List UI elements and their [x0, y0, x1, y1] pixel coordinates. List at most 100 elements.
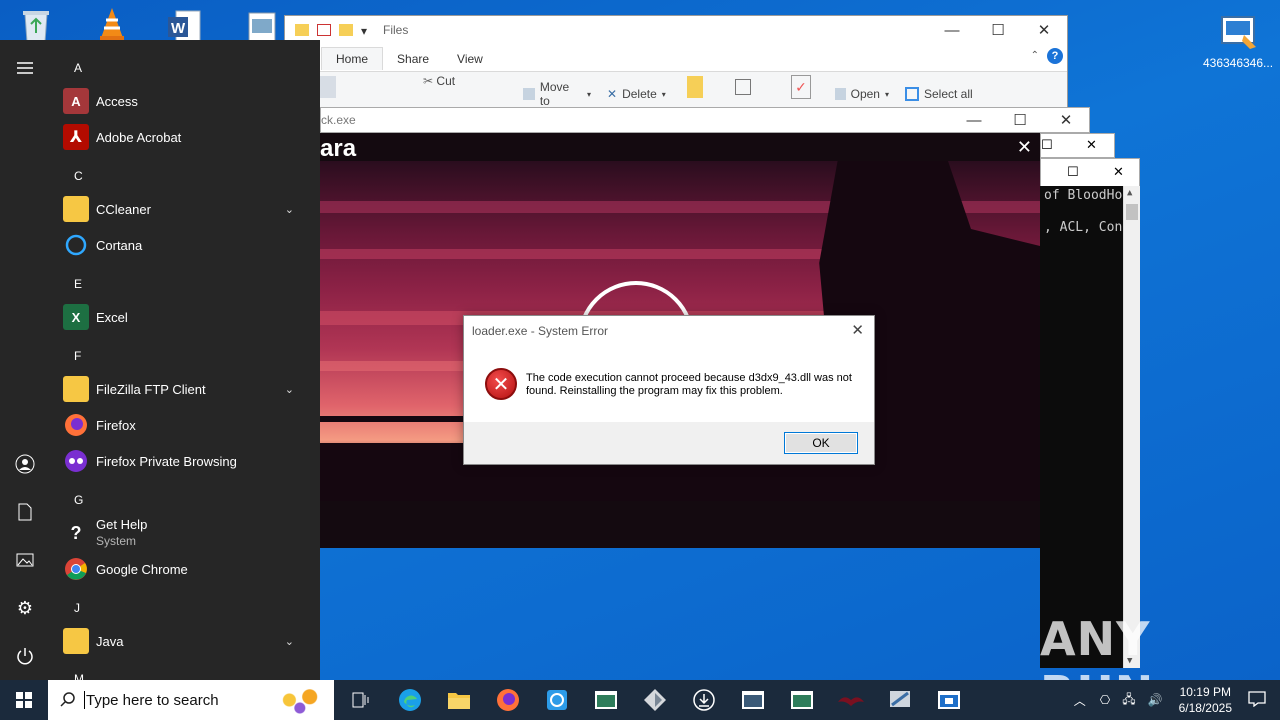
file-explorer-window[interactable]: ▾ Files — ☐ ✕ Home Share View ⌃ ? ✂ Cut …: [284, 15, 1068, 108]
close-button[interactable]: ✕: [1113, 164, 1124, 180]
chevron-down-icon[interactable]: ⌄: [285, 635, 294, 648]
hamburger-menu-icon[interactable]: [13, 56, 37, 80]
task-view-icon[interactable]: [336, 680, 385, 720]
open-button[interactable]: Open ▾: [827, 81, 897, 107]
explorer-title: Files: [383, 23, 409, 37]
app-gear-icon[interactable]: [532, 680, 581, 720]
letter-header-g[interactable]: G: [74, 493, 83, 507]
help-icon[interactable]: ?: [1047, 48, 1063, 64]
file-explorer-icon[interactable]: [434, 680, 483, 720]
app-firefox-private[interactable]: Firefox Private Browsing: [60, 443, 310, 479]
search-icon: [60, 691, 76, 710]
loader-window-titlebar[interactable]: ck.exe — ☐ ✕: [320, 107, 1090, 133]
open-icon: [835, 88, 846, 100]
cortana-icon: [63, 232, 89, 258]
properties-icon[interactable]: [317, 24, 331, 36]
maximize-button[interactable]: ☐: [975, 16, 1021, 44]
letter-header-f[interactable]: F: [74, 349, 81, 363]
diamond-app-icon[interactable]: [630, 680, 679, 720]
desktop-file-icon[interactable]: 436346346...: [1203, 12, 1273, 70]
download-app-icon[interactable]: [679, 680, 728, 720]
minimize-button[interactable]: —: [929, 16, 975, 44]
scroll-up-icon[interactable]: ▲: [1127, 188, 1132, 198]
app-firefox[interactable]: Firefox: [60, 407, 310, 443]
delete-button[interactable]: ✕ Delete ▾: [599, 81, 679, 107]
console-line: of BloodHo: [1044, 188, 1123, 203]
power-icon[interactable]: [13, 644, 37, 668]
app-access[interactable]: A Access: [60, 83, 310, 119]
start-menu: ⚙ A A Access ⅄ Adobe Acrobat C CCleaner …: [0, 40, 320, 680]
chevron-down-icon[interactable]: ▾: [361, 24, 369, 38]
tab-home[interactable]: Home: [321, 47, 384, 70]
tab-view[interactable]: View: [443, 48, 497, 70]
network-icon[interactable]: 🖧: [1122, 690, 1135, 711]
letter-header-e[interactable]: E: [74, 277, 82, 291]
chevron-up-icon[interactable]: ︿: [1074, 692, 1086, 709]
chevron-down-icon[interactable]: ⌄: [285, 383, 294, 396]
system-error-dialog[interactable]: loader.exe - System Error ✕ ✕ The code e…: [463, 315, 875, 465]
maximize-button[interactable]: ☐: [1041, 137, 1053, 153]
app-java[interactable]: Java ⌄: [60, 623, 310, 659]
letter-header-a[interactable]: A: [74, 61, 82, 75]
app-window-icon[interactable]: [581, 680, 630, 720]
ok-button[interactable]: OK: [784, 432, 858, 454]
console-app-icon[interactable]: [924, 680, 973, 720]
edge-icon[interactable]: [385, 680, 434, 720]
app-adobe-acrobat[interactable]: ⅄ Adobe Acrobat: [60, 119, 310, 155]
window-app-icon-2[interactable]: [777, 680, 826, 720]
user-account-icon[interactable]: [13, 452, 37, 476]
volume-icon[interactable]: 🔊: [1148, 693, 1163, 707]
close-button[interactable]: ✕: [1086, 137, 1097, 153]
app-ccleaner[interactable]: CCleaner ⌄: [60, 191, 310, 227]
maximize-button[interactable]: ☐: [997, 106, 1043, 134]
bat-app-icon[interactable]: [826, 680, 875, 720]
new-folder-ribbon-icon[interactable]: [687, 76, 703, 98]
console-window[interactable]: of BloodHo , ACL, Cont ▲ ▼: [1040, 186, 1140, 668]
vlc-icon[interactable]: [90, 4, 134, 44]
clock-date: 6/18/2025: [1178, 701, 1232, 715]
letter-header-c[interactable]: C: [74, 169, 83, 183]
firefox-taskbar-icon[interactable]: [483, 680, 532, 720]
new-folder-icon[interactable]: [339, 24, 353, 36]
folder-icon: [63, 196, 89, 222]
letter-header-m[interactable]: M: [74, 672, 84, 680]
console-scrollbar[interactable]: ▲ ▼: [1123, 186, 1140, 668]
game-close-button[interactable]: ✕: [1017, 137, 1032, 158]
cut-button[interactable]: ✂ Cut: [423, 74, 455, 88]
tool-app-icon[interactable]: [875, 680, 924, 720]
chevron-down-icon: ▾: [884, 89, 889, 99]
letter-header-j[interactable]: J: [74, 601, 80, 615]
firefox-icon: [63, 412, 89, 438]
close-button[interactable]: ✕: [1021, 16, 1067, 44]
chevron-down-icon[interactable]: ⌄: [285, 203, 294, 216]
close-button[interactable]: ✕: [1043, 106, 1089, 134]
console-window-titlebar[interactable]: ☐ ✕: [1040, 133, 1115, 158]
move-to-button[interactable]: Move to ▾: [515, 80, 599, 108]
network-security-icon[interactable]: ⎔: [1100, 693, 1110, 707]
window-app-icon[interactable]: [728, 680, 777, 720]
scrollbar-thumb[interactable]: [1126, 204, 1138, 220]
dialog-close-button[interactable]: ✕: [851, 321, 864, 339]
documents-icon[interactable]: [13, 500, 37, 524]
taskbar-search-box[interactable]: Type here to search: [48, 680, 334, 720]
collapse-ribbon-icon[interactable]: ⌃: [1031, 50, 1039, 61]
properties-ribbon-icon[interactable]: ✓: [791, 75, 811, 99]
new-item-icon[interactable]: [735, 79, 751, 95]
app-cortana[interactable]: Cortana: [60, 227, 310, 263]
app-sublabel: System: [96, 534, 137, 548]
start-button[interactable]: [0, 680, 48, 720]
console-line: , ACL, Cont: [1044, 220, 1131, 235]
app-google-chrome[interactable]: Google Chrome: [60, 551, 310, 587]
app-filezilla[interactable]: FileZilla FTP Client ⌄: [60, 371, 310, 407]
pictures-icon[interactable]: [13, 548, 37, 572]
tab-share[interactable]: Share: [383, 48, 443, 70]
settings-gear-icon[interactable]: ⚙: [13, 596, 37, 620]
app-excel[interactable]: X Excel: [60, 299, 310, 335]
maximize-button[interactable]: ☐: [1067, 164, 1079, 180]
clock[interactable]: 10:19 PM 6/18/2025: [1179, 684, 1232, 716]
minimize-button[interactable]: —: [951, 106, 997, 134]
notifications-icon[interactable]: [1248, 690, 1266, 710]
console-window-titlebar-2[interactable]: ☐ ✕: [1040, 158, 1140, 188]
select-all-button[interactable]: Select all: [897, 81, 997, 107]
app-get-help[interactable]: ? Get Help System: [60, 515, 310, 551]
